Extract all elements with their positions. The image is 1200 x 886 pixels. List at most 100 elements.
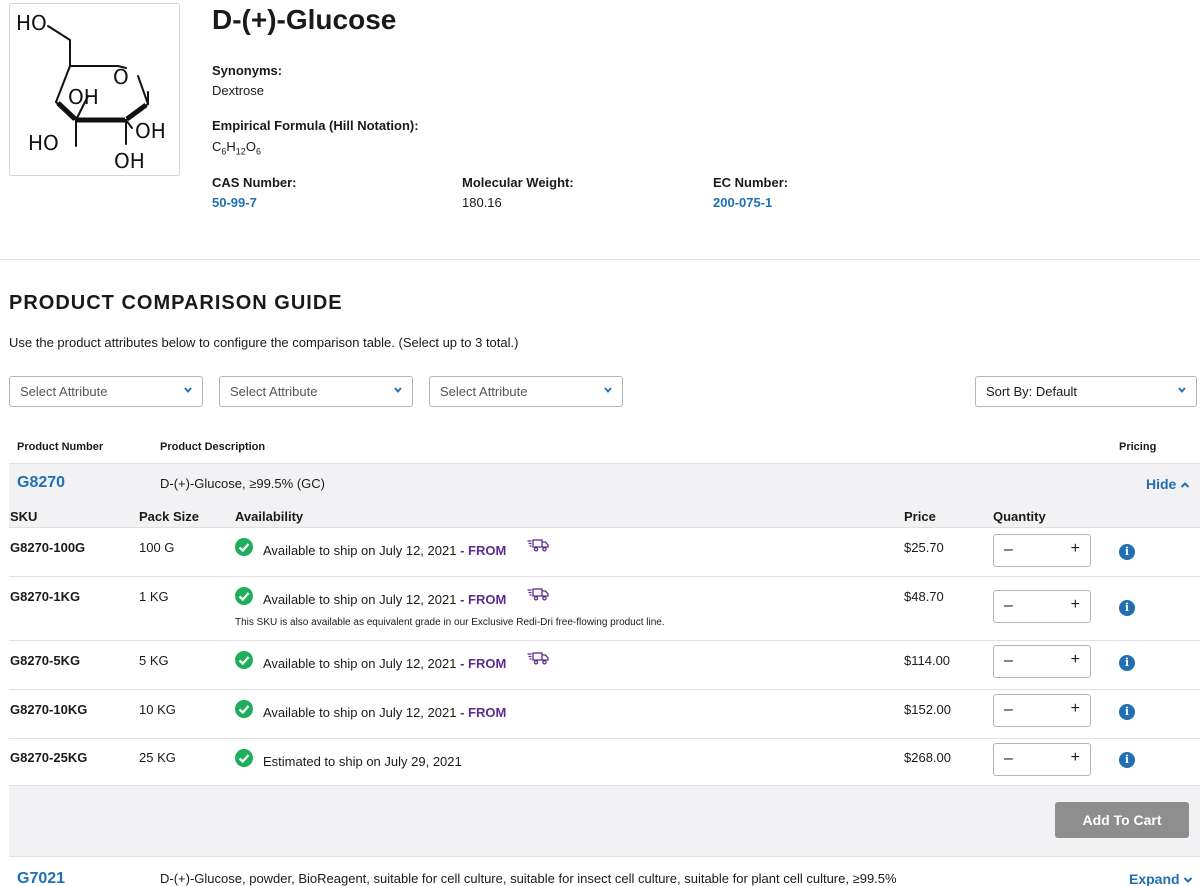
sub-header-sku: SKU [10,509,38,524]
truck-icon [527,652,549,665]
sku-value: G8270-1KG [10,589,81,604]
sku-value: G8270-100G [10,540,86,555]
cas-link[interactable]: 50-99-7 [212,195,257,210]
page-title: D-(+)-Glucose [212,4,397,35]
sub-header-pack-size: Pack Size [139,509,199,524]
price-value: $114.00 [904,653,951,668]
section-divider [0,259,1200,260]
check-circle-icon [235,700,253,718]
pack-size-value: 10 KG [139,702,176,717]
truck-icon [527,539,549,552]
formula-h: H [226,139,236,154]
chevron-down-icon [604,387,612,393]
formula-h-count: 12 [235,146,246,157]
formula-value: C6H12O6 [212,139,261,157]
info-icon[interactable]: i [1119,655,1135,671]
quantity-stepper[interactable]: – + [993,694,1091,727]
quantity-decrement-button[interactable]: – [1004,701,1013,719]
synonyms-value: Dextrose [212,83,265,98]
attribute-select-label: Select Attribute [230,384,318,399]
expand-toggle[interactable]: Expand [1129,871,1193,886]
info-icon[interactable]: i [1119,752,1135,768]
quantity-increment-button[interactable]: + [1071,651,1080,669]
expand-toggle-label: Expand [1129,871,1180,886]
group-divider [9,463,1200,464]
sub-header-price: Price [904,509,936,524]
from-link[interactable]: - FROM [460,656,506,671]
quantity-stepper[interactable]: – + [993,534,1091,567]
sub-header-availability: Availability [235,509,304,524]
product-number-link[interactable]: G8270 [17,474,65,492]
from-link[interactable]: - FROM [460,543,506,558]
quantity-increment-button[interactable]: + [1071,596,1080,614]
sub-header-quantity: Quantity [993,509,1046,524]
table-row: G8270-100G 100 G Available to ship on Ju… [9,527,1200,576]
quantity-stepper[interactable]: – + [993,645,1091,678]
column-header-product-description: Product Description [160,441,266,453]
formula-c: C [212,139,222,154]
info-icon[interactable]: i [1119,544,1135,560]
attribute-select-2[interactable]: Select Attribute [219,376,413,407]
add-to-cart-button[interactable]: Add To Cart [1055,802,1189,838]
sku-value: G8270-25KG [10,750,88,765]
attribute-select-3[interactable]: Select Attribute [429,376,623,407]
chevron-down-icon [1178,387,1186,393]
comparison-title: PRODUCT COMPARISON GUIDE [9,292,343,314]
product-number-link[interactable]: G7021 [17,870,65,886]
price-value: $152.00 [904,702,951,717]
pack-size-value: 25 KG [139,750,176,765]
availability-status: Available to ship on July 12, 2021 [263,705,457,720]
structure-label: OH [68,85,99,109]
cas-label: CAS Number: [212,175,297,190]
formula-o-count: 6 [255,146,261,157]
attribute-select-label: Select Attribute [20,384,108,399]
product-description: D-(+)-Glucose, ≥99.5% (GC) [160,476,325,491]
availability-status: Estimated to ship on July 29, 2021 [263,754,462,769]
quantity-increment-button[interactable]: + [1071,749,1080,767]
from-link[interactable]: - FROM [460,705,506,720]
check-circle-icon [235,651,253,669]
quantity-decrement-button[interactable]: – [1004,652,1013,670]
from-link[interactable]: - FROM [460,592,506,607]
availability-status: Available to ship on July 12, 2021 [263,592,457,607]
quantity-stepper[interactable]: – + [993,590,1091,623]
pack-size-value: 5 KG [139,653,169,668]
availability-text: Available to ship on July 12, 2021 - FRO… [263,543,506,558]
check-circle-icon [235,538,253,556]
quantity-increment-button[interactable]: + [1071,540,1080,558]
quantity-increment-button[interactable]: + [1071,700,1080,718]
structure-label: HO [16,11,47,35]
structure-label: OH [114,149,145,173]
info-icon[interactable]: i [1119,704,1135,720]
price-value: $25.70 [904,540,944,555]
glucose-structure-drawing: HO O OH HO OH OH [16,11,166,173]
table-row: G8270-5KG 5 KG Available to ship on July… [9,640,1200,689]
quantity-decrement-button[interactable]: – [1004,750,1013,768]
sort-select-label: Sort By: Default [986,384,1078,399]
check-circle-icon [235,587,253,605]
quantity-decrement-button[interactable]: – [1004,597,1013,615]
structure-label: OH [135,119,166,143]
sort-select[interactable]: Sort By: Default [975,376,1197,407]
chevron-down-icon [1184,877,1193,883]
synonyms-label: Synonyms: [212,63,283,78]
column-header-product-number: Product Number [17,441,104,453]
hide-toggle[interactable]: Hide [1146,476,1190,492]
availability-text: Estimated to ship on July 29, 2021 [263,754,462,769]
attribute-select-label: Select Attribute [440,384,528,399]
price-value: $268.00 [904,750,951,765]
quantity-decrement-button[interactable]: – [1004,541,1013,559]
availability-text: Available to ship on July 12, 2021 - FRO… [263,705,506,720]
truck-icon [527,588,549,601]
pack-size-value: 1 KG [139,589,169,604]
group-divider [9,856,1200,857]
molecular-weight-label: Molecular Weight: [462,175,574,190]
ec-number-link[interactable]: 200-075-1 [713,195,772,210]
attribute-select-1[interactable]: Select Attribute [9,376,203,407]
quantity-stepper[interactable]: – + [993,743,1091,776]
sku-value: G8270-5KG [10,653,81,668]
structure-label: O [113,65,129,89]
availability-status: Available to ship on July 12, 2021 [263,543,457,558]
info-icon[interactable]: i [1119,600,1135,616]
product-description: D-(+)-Glucose, powder, BioReagent, suita… [160,871,897,886]
